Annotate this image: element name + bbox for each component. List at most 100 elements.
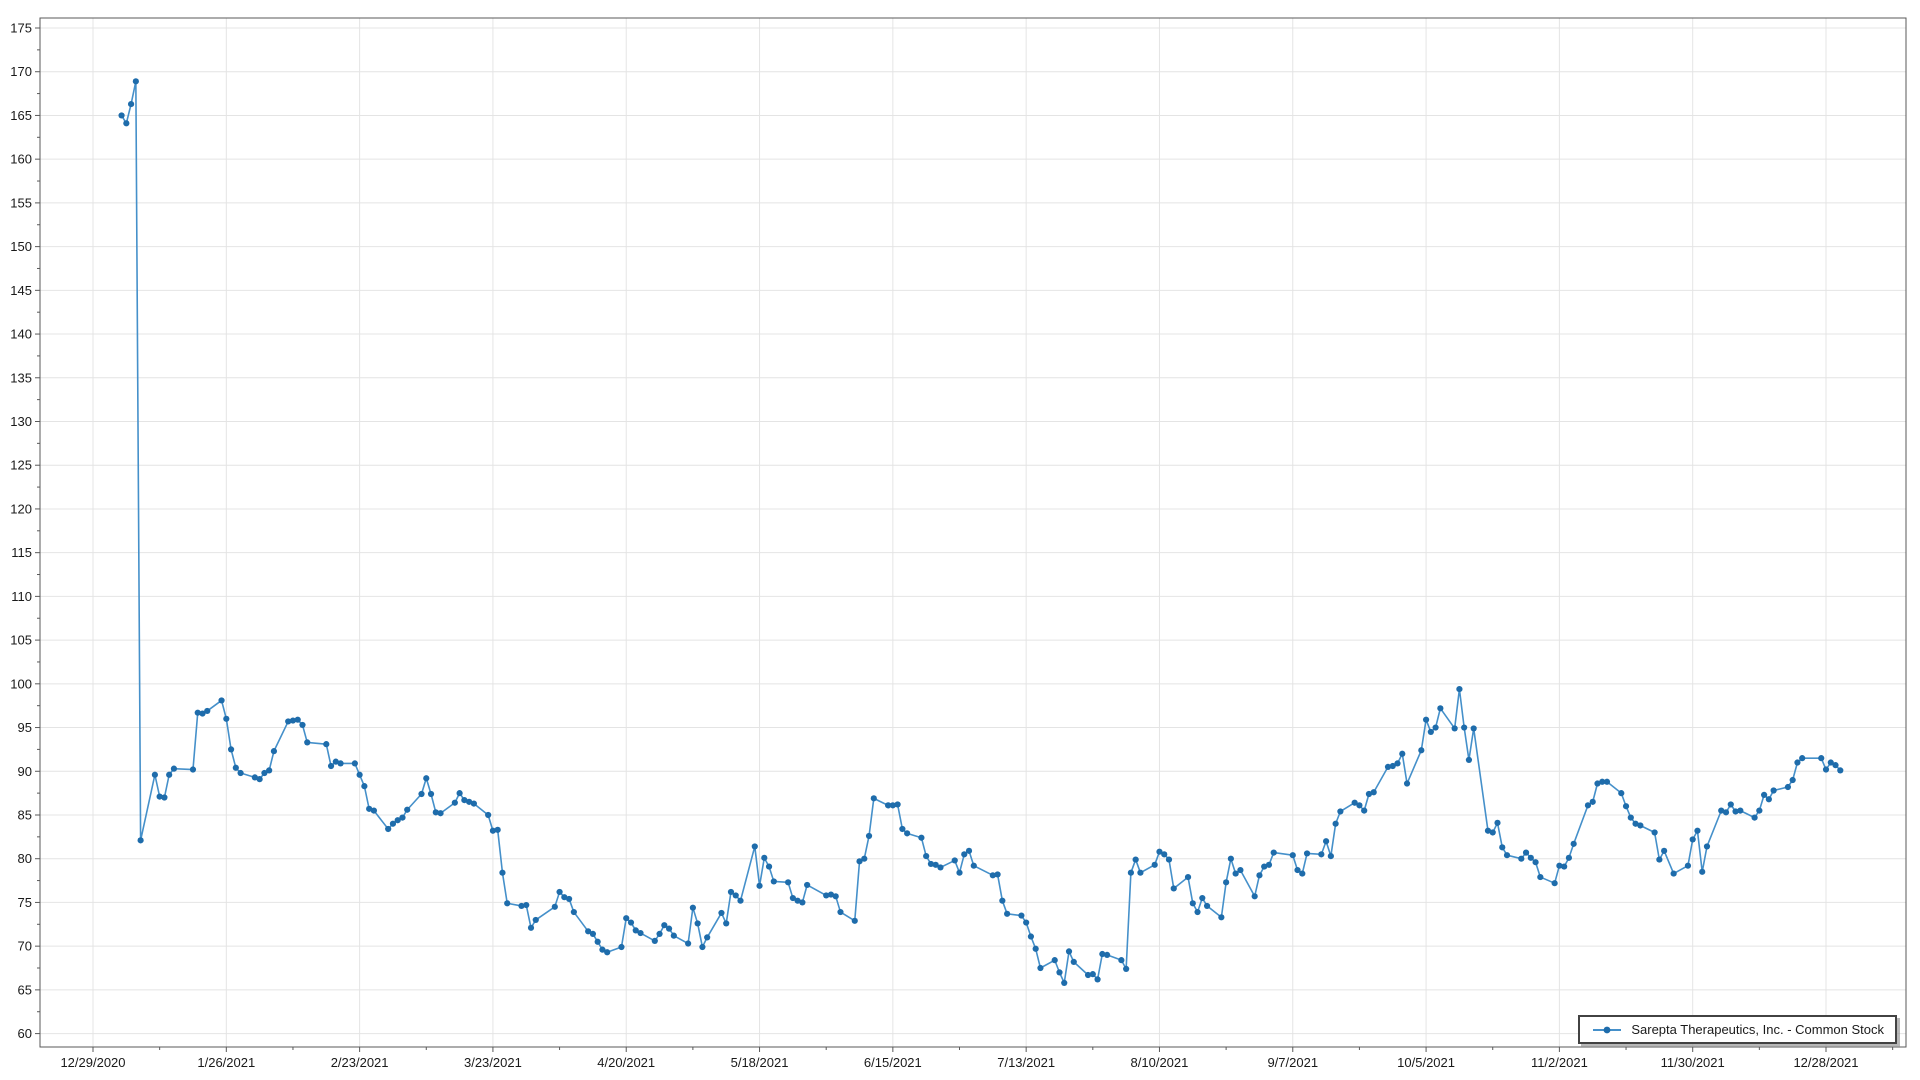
data-point: [1123, 966, 1129, 972]
data-point: [1061, 980, 1067, 986]
data-point: [966, 848, 972, 854]
data-point: [937, 864, 943, 870]
data-point: [1637, 822, 1643, 828]
data-point: [1456, 686, 1462, 692]
data-point: [695, 920, 701, 926]
data-point: [1223, 879, 1229, 885]
data-point: [918, 835, 924, 841]
data-point: [1790, 777, 1796, 783]
data-point: [733, 892, 739, 898]
data-point: [652, 938, 658, 944]
y-tick-label: 170: [10, 64, 32, 79]
data-point: [371, 808, 377, 814]
data-point: [1704, 843, 1710, 849]
data-point: [590, 931, 596, 937]
data-point: [690, 905, 696, 911]
data-point: [1018, 912, 1024, 918]
data-point: [452, 800, 458, 806]
legend-series-label: Sarepta Therapeutics, Inc. - Common Stoc…: [1631, 1023, 1884, 1036]
data-point: [1194, 909, 1200, 915]
data-point: [861, 856, 867, 862]
data-point: [752, 843, 758, 849]
data-point: [1690, 836, 1696, 842]
data-point: [1133, 856, 1139, 862]
data-point: [833, 893, 839, 899]
data-point: [1799, 755, 1805, 761]
data-point: [952, 857, 958, 863]
data-point: [1256, 872, 1262, 878]
gridlines: [40, 18, 1906, 1047]
data-point: [1266, 862, 1272, 868]
data-point: [1218, 914, 1224, 920]
x-tick-label: 5/18/2021: [731, 1055, 789, 1070]
data-point: [895, 801, 901, 807]
data-point: [485, 812, 491, 818]
y-tick-label: 160: [10, 152, 32, 167]
data-point: [1832, 762, 1838, 768]
data-point: [1671, 870, 1677, 876]
data-point: [1028, 933, 1034, 939]
y-tick-label: 80: [18, 851, 32, 866]
data-point: [1418, 747, 1424, 753]
data-point: [1361, 808, 1367, 814]
data-point: [1056, 969, 1062, 975]
data-point: [899, 826, 905, 832]
data-point: [685, 940, 691, 946]
data-point: [361, 783, 367, 789]
y-tick-label: 75: [18, 895, 32, 910]
data-point: [1571, 841, 1577, 847]
data-point: [1499, 844, 1505, 850]
data-point: [1471, 725, 1477, 731]
data-point: [218, 697, 224, 703]
data-point: [1304, 850, 1310, 856]
data-point: [604, 949, 610, 955]
x-tick-label: 9/7/2021: [1267, 1055, 1318, 1070]
data-point: [999, 898, 1005, 904]
x-tick-label: 10/5/2021: [1397, 1055, 1455, 1070]
y-tick-label: 60: [18, 1026, 32, 1041]
data-point: [699, 944, 705, 950]
data-point: [1656, 856, 1662, 862]
data-point: [1823, 766, 1829, 772]
data-point: [223, 716, 229, 722]
data-point: [866, 833, 872, 839]
data-point: [257, 776, 263, 782]
data-point: [152, 772, 158, 778]
data-point: [704, 934, 710, 940]
data-point: [423, 775, 429, 781]
data-point: [123, 120, 129, 126]
x-tick-label: 7/13/2021: [997, 1055, 1055, 1070]
data-point: [1185, 874, 1191, 880]
data-point: [837, 909, 843, 915]
data-point: [323, 741, 329, 747]
data-point: [552, 904, 558, 910]
data-point: [533, 917, 539, 923]
data-point: [504, 900, 510, 906]
data-point: [1537, 874, 1543, 880]
y-tick-label: 125: [10, 458, 32, 473]
x-axis: 12/29/20201/26/20212/23/20213/23/20214/2…: [60, 1047, 1892, 1070]
data-point: [1071, 959, 1077, 965]
data-point: [595, 939, 601, 945]
data-point: [761, 855, 767, 861]
data-point: [1699, 869, 1705, 875]
data-point: [1490, 829, 1496, 835]
data-point: [1299, 870, 1305, 876]
x-tick-label: 11/30/2021: [1661, 1055, 1725, 1070]
data-point: [737, 898, 743, 904]
data-point: [756, 883, 762, 889]
data-point: [623, 915, 629, 921]
y-tick-label: 85: [18, 807, 32, 822]
data-point: [399, 815, 405, 821]
data-point: [785, 879, 791, 885]
y-axis: 6065707580859095100105110115120125130135…: [10, 21, 40, 1042]
data-point: [1837, 767, 1843, 773]
data-point: [1323, 838, 1329, 844]
data-point: [1452, 725, 1458, 731]
y-tick-label: 95: [18, 720, 32, 735]
data-point: [471, 801, 477, 807]
data-point: [299, 722, 305, 728]
data-point: [1433, 724, 1439, 730]
data-point: [171, 766, 177, 772]
data-point: [1404, 780, 1410, 786]
